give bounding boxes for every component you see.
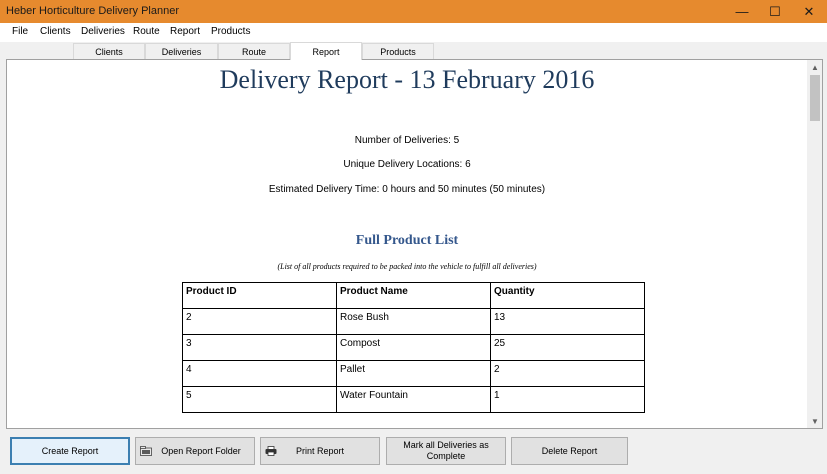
cell-product-name: Compost — [336, 334, 491, 361]
stat-unique-locations: Unique Delivery Locations: 6 — [343, 159, 471, 170]
scroll-thumb[interactable] — [810, 75, 820, 121]
report-view[interactable]: Delivery Report - 13 February 2016 Numbe… — [6, 59, 823, 429]
tab-report[interactable]: Report — [290, 42, 362, 60]
cell-product-name: Water Fountain — [336, 386, 491, 413]
chevron-up-icon: ▲ — [811, 62, 819, 72]
close-icon: ✕ — [803, 3, 815, 19]
table-row: 2 Rose Bush 13 — [182, 308, 645, 335]
cell-product-id: 2 — [182, 308, 337, 335]
table-header-row: Product ID Product Name Quantity — [182, 282, 645, 309]
window-title: Heber Horticulture Delivery Planner — [6, 5, 180, 17]
product-list-note: (List of all products required to be pac… — [277, 262, 537, 271]
open-report-folder-label: Open Report Folder — [161, 445, 241, 456]
maximize-button[interactable]: ☐ — [758, 0, 792, 23]
mark-all-complete-label-line1: Mark all Deliveries as — [403, 440, 489, 450]
open-report-folder-button[interactable]: Open Report Folder — [135, 437, 255, 465]
print-report-label: Print Report — [295, 445, 345, 456]
report-title: Delivery Report - 13 February 2016 — [219, 65, 595, 94]
menu-report[interactable]: Report — [170, 26, 200, 37]
printer-icon — [265, 446, 277, 456]
product-table: Product ID Product Name Quantity 2 Rose … — [182, 282, 645, 413]
tab-route[interactable]: Route — [218, 43, 290, 59]
menu-clients[interactable]: Clients — [40, 26, 71, 37]
create-report-button[interactable]: Create Report — [10, 437, 130, 465]
col-header-quantity: Quantity — [490, 282, 645, 309]
table-row: 4 Pallet 2 — [182, 360, 645, 387]
col-header-product-name: Product Name — [336, 282, 491, 309]
cell-quantity: 1 — [490, 386, 645, 413]
scroll-down-button[interactable]: ▼ — [807, 414, 822, 428]
tab-strip: Clients Deliveries Route Report Products — [0, 42, 827, 60]
print-report-button[interactable]: Print Report — [260, 437, 380, 465]
mark-all-complete-label-line2: Complete — [426, 451, 466, 461]
folder-icon — [140, 446, 152, 456]
cell-product-id: 5 — [182, 386, 337, 413]
tab-deliveries[interactable]: Deliveries — [145, 43, 218, 59]
mark-all-complete-button[interactable]: Mark all Deliveries as Complete — [386, 437, 506, 465]
minimize-icon: — — [735, 4, 749, 19]
col-header-product-id: Product ID — [182, 282, 337, 309]
menu-file[interactable]: File — [12, 26, 28, 37]
table-row: 3 Compost 25 — [182, 334, 645, 361]
cell-product-id: 3 — [182, 334, 337, 361]
menu-route[interactable]: Route — [133, 26, 160, 37]
cell-product-name: Pallet — [336, 360, 491, 387]
menu-deliveries[interactable]: Deliveries — [81, 26, 125, 37]
table-row: 5 Water Fountain 1 — [182, 386, 645, 413]
tab-products[interactable]: Products — [362, 43, 434, 59]
delete-report-button[interactable]: Delete Report — [511, 437, 628, 465]
delete-report-label: Delete Report — [541, 445, 598, 456]
app-window: Heber Horticulture Delivery Planner — ☐ … — [0, 0, 827, 474]
minimize-button[interactable]: — — [725, 0, 759, 23]
maximize-icon: ☐ — [769, 3, 781, 19]
chevron-down-icon: ▼ — [811, 416, 819, 426]
cell-quantity: 13 — [490, 308, 645, 335]
create-report-label: Create Report — [41, 445, 99, 456]
cell-product-id: 4 — [182, 360, 337, 387]
menu-bar: File Clients Deliveries Route Report Pro… — [0, 23, 827, 42]
close-button[interactable]: ✕ — [792, 0, 826, 23]
menu-products[interactable]: Products — [211, 26, 250, 37]
product-list-title: Full Product List — [355, 233, 459, 248]
stat-estimated-time: Estimated Delivery Time: 0 hours and 50 … — [268, 184, 546, 195]
title-bar[interactable]: Heber Horticulture Delivery Planner — ☐ … — [0, 0, 827, 23]
cell-product-name: Rose Bush — [336, 308, 491, 335]
cell-quantity: 2 — [490, 360, 645, 387]
scroll-up-button[interactable]: ▲ — [807, 60, 822, 74]
tab-clients[interactable]: Clients — [73, 43, 145, 59]
stat-number-of-deliveries: Number of Deliveries: 5 — [354, 135, 460, 146]
cell-quantity: 25 — [490, 334, 645, 361]
vertical-scrollbar[interactable]: ▲ ▼ — [807, 60, 822, 428]
